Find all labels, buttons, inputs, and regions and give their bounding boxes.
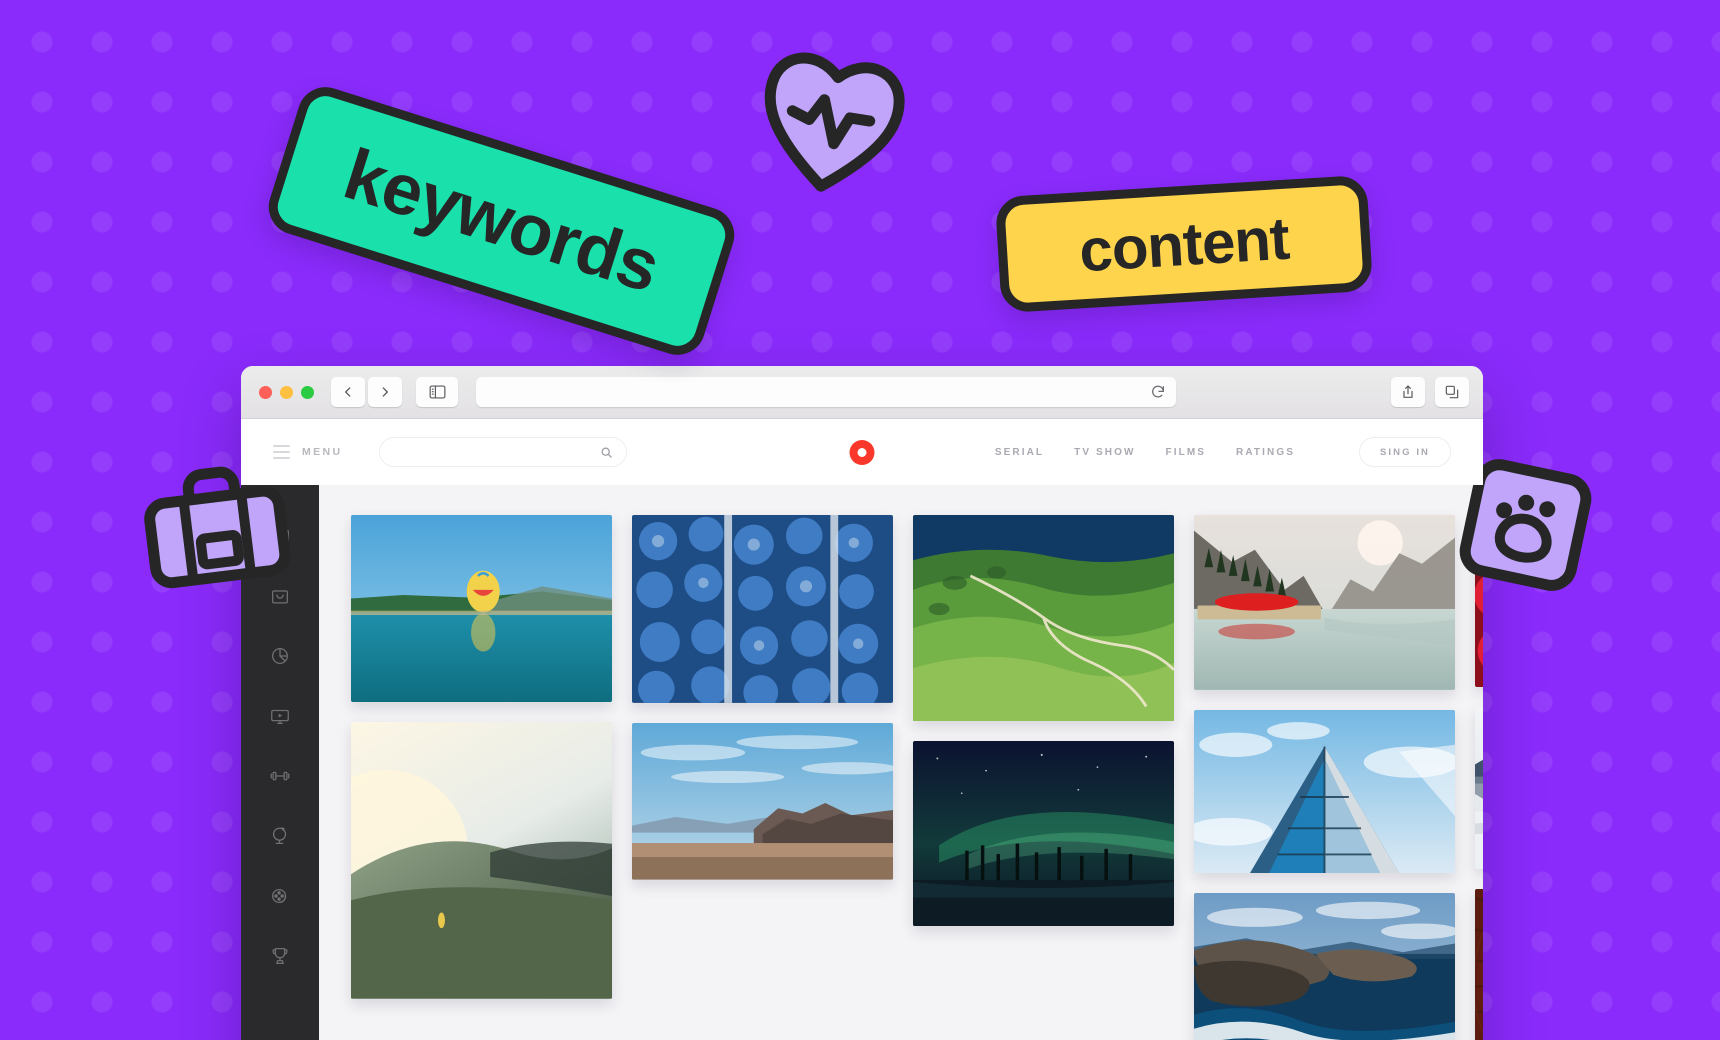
site-body (241, 485, 1483, 1040)
keywords-badge: keywords (261, 80, 742, 362)
poster-stage: MENU SERIAL TV SHOW FILMS RATINGS SING I… (0, 0, 1720, 1040)
photo-aurora-night (913, 741, 1174, 927)
heart-pulse-icon (764, 52, 905, 192)
nav-item-ratings[interactable]: RATINGS (1236, 447, 1295, 458)
window-traffic-lights (259, 385, 314, 399)
share-button[interactable] (1391, 377, 1425, 407)
minimize-button[interactable] (280, 385, 293, 399)
rail-item-world[interactable] (269, 825, 291, 847)
tab-overview-button[interactable] (1435, 377, 1469, 407)
gallery-item[interactable] (1475, 707, 1483, 870)
heart-pulse-sticker (746, 34, 916, 210)
gallery-item[interactable] (913, 515, 1174, 722)
gallery-item[interactable] (632, 722, 893, 880)
reload-icon[interactable] (1150, 384, 1166, 400)
content-badge: content (994, 174, 1374, 314)
gallery-item[interactable] (913, 741, 1174, 927)
site-header: MENU SERIAL TV SHOW FILMS RATINGS SING I… (241, 419, 1483, 485)
browser-toolbar-right (1391, 377, 1469, 407)
gallery-item[interactable] (351, 515, 612, 703)
back-button[interactable] (331, 377, 365, 407)
search-icon[interactable] (600, 446, 613, 459)
site-logo[interactable] (849, 439, 875, 465)
browser-nav-group (331, 377, 402, 407)
photo-green-ridges (913, 515, 1174, 722)
sign-in-button[interactable]: SING IN (1359, 437, 1451, 467)
hamburger-icon (273, 445, 290, 459)
menu-label: MENU (302, 446, 343, 458)
gallery-item[interactable] (1194, 893, 1455, 1040)
gallery-item[interactable] (1194, 709, 1455, 874)
rail-item-awards[interactable] (269, 945, 291, 967)
gallery-item[interactable] (351, 722, 612, 999)
rail-item-watch[interactable] (269, 705, 291, 727)
browser-titlebar (241, 366, 1483, 419)
photo-glass-building (1194, 709, 1455, 874)
menu-button[interactable]: MENU (273, 445, 343, 459)
photo-ocean-cliffs (1194, 893, 1455, 1040)
photo-snow-mountains (1475, 707, 1483, 870)
primary-nav: SERIAL TV SHOW FILMS RATINGS SING IN (995, 437, 1451, 467)
rail-item-movies[interactable] (269, 885, 291, 907)
sidebar-toggle-button[interactable] (416, 377, 458, 407)
photo-balloon-lake (351, 515, 612, 703)
photo-desert-mesa (632, 722, 893, 880)
nav-item-tv-show[interactable]: TV SHOW (1074, 447, 1135, 458)
nav-item-serial[interactable]: SERIAL (995, 447, 1044, 458)
gallery-item[interactable] (632, 515, 893, 703)
photo-wooden-dome (1475, 889, 1483, 1040)
gallery-item[interactable] (1194, 515, 1455, 690)
rail-item-fitness[interactable] (269, 765, 291, 787)
close-button[interactable] (259, 385, 272, 399)
nav-item-films[interactable]: FILMS (1166, 447, 1207, 458)
rail-item-stats[interactable] (269, 645, 291, 667)
search-input[interactable] (392, 446, 600, 458)
rail-item-shop[interactable] (269, 585, 291, 607)
zoom-button[interactable] (301, 385, 314, 399)
photo-red-canoe (1194, 515, 1455, 690)
photo-blueberries (632, 515, 893, 703)
photo-sunrise-hills (351, 722, 612, 999)
browser-window: MENU SERIAL TV SHOW FILMS RATINGS SING I… (241, 366, 1483, 1040)
photo-gallery (319, 485, 1483, 1040)
search-box[interactable] (378, 437, 627, 467)
address-bar[interactable] (476, 377, 1176, 407)
gallery-item[interactable] (1475, 889, 1483, 1040)
forward-button[interactable] (368, 377, 402, 407)
